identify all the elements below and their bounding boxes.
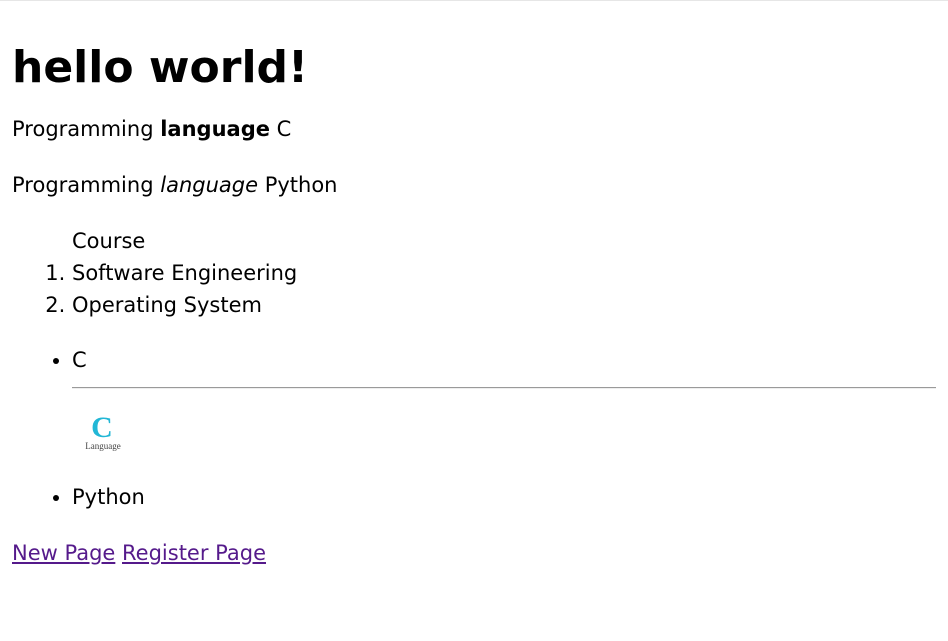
page-heading: hello world! (12, 42, 309, 93)
paragraph-c-prefix: Programming (12, 117, 154, 141)
language-list: C C Language Python (12, 344, 936, 513)
c-language-logo: C Language (85, 411, 120, 451)
new-page-link[interactable]: New Page (12, 541, 115, 565)
course-item-software-engineering: Software Engineering (72, 257, 936, 289)
svg-text:C: C (91, 411, 113, 444)
paragraph-python: Programming language Python (12, 169, 936, 201)
course-list: Course Software Engineering Operating Sy… (12, 225, 936, 321)
divider (72, 387, 936, 389)
register-page-link[interactable]: Register Page (122, 541, 266, 565)
paragraph-python-italic: language (160, 173, 259, 197)
link-row: New Page Register Page (12, 537, 936, 569)
svg-text:Language: Language (85, 441, 120, 451)
course-caption: Course (72, 229, 146, 253)
language-item-c: C C Language (72, 344, 936, 455)
course-item-operating-system: Operating System (72, 289, 936, 321)
page-content: hello world! Programming language C Prog… (0, 1, 948, 569)
language-item-c-label: C (72, 348, 87, 372)
paragraph-c: Programming language C (12, 113, 936, 145)
paragraph-c-suffix: C (276, 117, 292, 141)
paragraph-python-suffix: Python (264, 173, 338, 197)
paragraph-c-bold: language (160, 117, 270, 141)
paragraph-python-prefix: Programming (12, 173, 154, 197)
language-item-python: Python (72, 481, 936, 513)
